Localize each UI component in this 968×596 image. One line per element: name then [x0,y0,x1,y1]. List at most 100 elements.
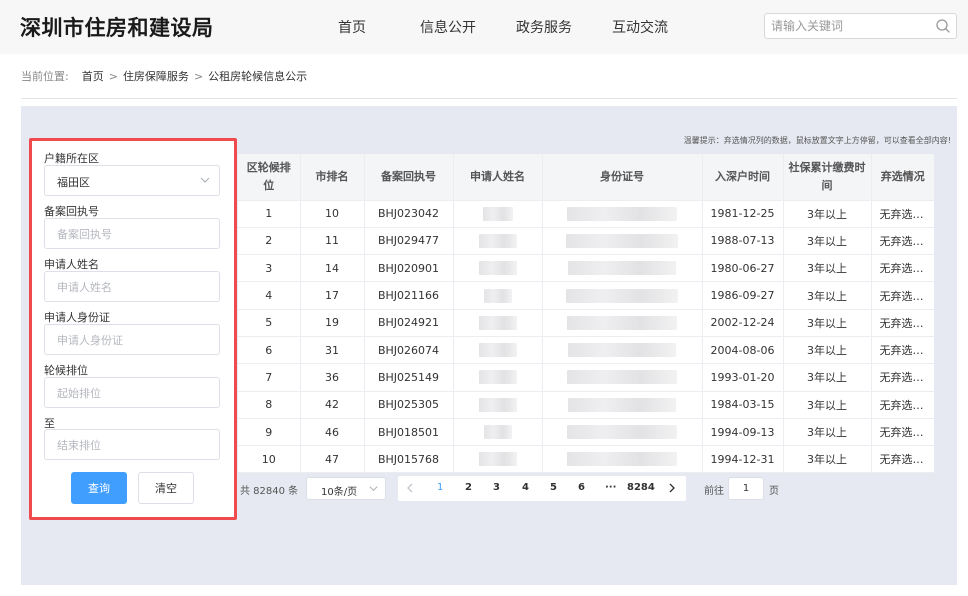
page-number-6[interactable]: 6 [578,482,585,493]
district-select[interactable]: 福田区 [44,165,220,196]
breadcrumb-separator: > [193,70,204,83]
rank-to-input[interactable] [57,437,207,453]
receipt-cell: BHJ023042 [364,200,454,228]
city-rank-cell: 31 [300,336,365,365]
page-number-5[interactable]: 5 [550,482,557,493]
abandon-status-cell[interactable]: 无弃选记录 [871,418,934,447]
nav-item-interaction[interactable]: 互动交流 [612,17,668,37]
join-date-cell: 1981-12-25 [702,200,784,228]
clear-button[interactable]: 清空 [138,472,194,504]
column-header: 申请人姓名 [453,154,543,201]
table-row: 6 31 BHJ026074 2004-08-06 3年以上 无弃选记录 [238,336,934,365]
abandon-status-cell[interactable]: 无弃选记录 [871,309,934,337]
goto-page-input[interactable] [728,477,764,500]
nav-item-home[interactable]: 首页 [338,17,366,37]
abandon-status-cell[interactable]: 无弃选记录 [871,445,934,474]
abandon-status-cell[interactable]: 无弃选记录 [871,363,934,392]
social-security-cell: 3年以上 [783,391,872,419]
city-rank-cell: 42 [300,391,365,419]
rank-from-input[interactable] [57,385,207,401]
receipt-cell: BHJ025149 [364,363,454,392]
total-count: 共 82840 条 [240,486,299,497]
rank-to-field [44,429,220,460]
join-date-cell: 2002-12-24 [702,309,784,337]
redacted-value [478,315,517,330]
page-number-2[interactable]: 2 [465,482,472,493]
abandon-status-cell[interactable]: 无弃选记录 [871,227,934,256]
table-row: 10 47 BHJ015768 1994-12-31 3年以上 无弃选记录 [238,445,934,474]
breadcrumb-separator: > [108,70,118,83]
query-button[interactable]: 查询 [71,472,127,504]
search-box [764,13,957,39]
chevron-right-icon[interactable] [666,482,678,494]
abandon-status-cell[interactable]: 无弃选记录 [871,336,934,365]
receipt-cell: BHJ018501 [364,418,454,447]
id-field [44,324,220,355]
redacted-value [567,425,677,440]
applicant-name-cell [453,363,543,392]
redacted-value [567,370,677,385]
page-number-last[interactable]: 8284 [627,482,655,493]
page-number-4[interactable]: 4 [522,482,529,493]
join-date-cell: 1984-03-15 [702,391,784,419]
city-rank-cell: 10 [300,200,365,228]
column-header: 社保累计缴费时间 [783,154,872,201]
chevron-down-icon [369,486,378,492]
district-rank-cell: 10 [238,445,301,474]
nav-item-services[interactable]: 政务服务 [516,17,572,37]
table-row: 8 42 BHJ025305 1984-03-15 3年以上 无弃选记录 [238,391,934,419]
receipt-cell: BHJ029477 [364,227,454,256]
join-date-cell: 1986-09-27 [702,281,784,310]
pagination: 共 82840 条 10条/页 1 2 3 4 5 6 ··· 8284 前往 … [238,476,934,502]
abandon-status-cell[interactable]: 无弃选记录 [871,281,934,310]
page-ellipsis[interactable]: ··· [605,482,616,493]
breadcrumb-current[interactable]: 公租房轮候信息公示 [208,70,307,83]
site-header: 深圳市住房和建设局 首页 信息公开 政务服务 互动交流 [0,0,968,54]
name-label: 申请人姓名 [44,258,99,271]
column-header: 身份证号 [542,154,703,201]
page-number-1[interactable]: 1 [437,482,443,493]
table-header-row: 区轮候排位 市排名 备案回执号 申请人姓名 身份证号 入深户时间 社保累计缴费时… [238,154,934,201]
breadcrumb-housing[interactable]: 住房保障服务 [123,70,189,83]
redacted-value [483,425,512,440]
id-input[interactable] [57,332,207,348]
page-number-3[interactable]: 3 [493,482,500,493]
table-row: 7 36 BHJ025149 1993-01-20 3年以上 无弃选记录 [238,363,934,392]
city-rank-cell: 36 [300,363,365,392]
page-size-select[interactable]: 10条/页 [306,477,386,500]
chevron-left-icon[interactable] [404,482,416,494]
district-label: 户籍所在区 [44,152,99,165]
applicant-name-cell [453,391,543,419]
redacted-value [478,261,517,276]
applicant-name-cell [453,445,543,474]
abandon-status-cell[interactable]: 无弃选记录 [871,391,934,419]
divider [21,98,957,99]
column-header: 区轮候排位 [238,154,301,201]
nav-item-info[interactable]: 信息公开 [420,17,476,37]
goto-label: 前往 [704,486,724,497]
redacted-value [567,206,677,221]
applicant-name-cell [453,336,543,365]
applicant-name-cell [453,309,543,337]
redacted-value [567,452,677,467]
search-icon[interactable] [935,18,951,34]
redacted-value [483,288,512,303]
district-rank-cell: 1 [238,200,301,228]
social-security-cell: 3年以上 [783,336,872,365]
table-row: 9 46 BHJ018501 1994-09-13 3年以上 无弃选记录 [238,418,934,447]
breadcrumb-home[interactable]: 首页 [82,70,104,83]
applicant-name-cell [453,281,543,310]
id-number-cell [542,418,703,447]
search-input[interactable] [771,16,931,36]
name-input[interactable] [57,279,207,295]
id-number-cell [542,445,703,474]
district-rank-cell: 7 [238,363,301,392]
applicant-name-cell [453,227,543,256]
social-security-cell: 3年以上 [783,254,872,283]
abandon-status-cell[interactable]: 无弃选记录 [871,200,934,228]
district-select-value: 福田区 [57,176,90,189]
join-date-cell: 1994-09-13 [702,418,784,447]
redacted-value [478,397,517,412]
abandon-status-cell[interactable]: 无弃选记录 [871,254,934,283]
receipt-input[interactable] [57,226,207,242]
